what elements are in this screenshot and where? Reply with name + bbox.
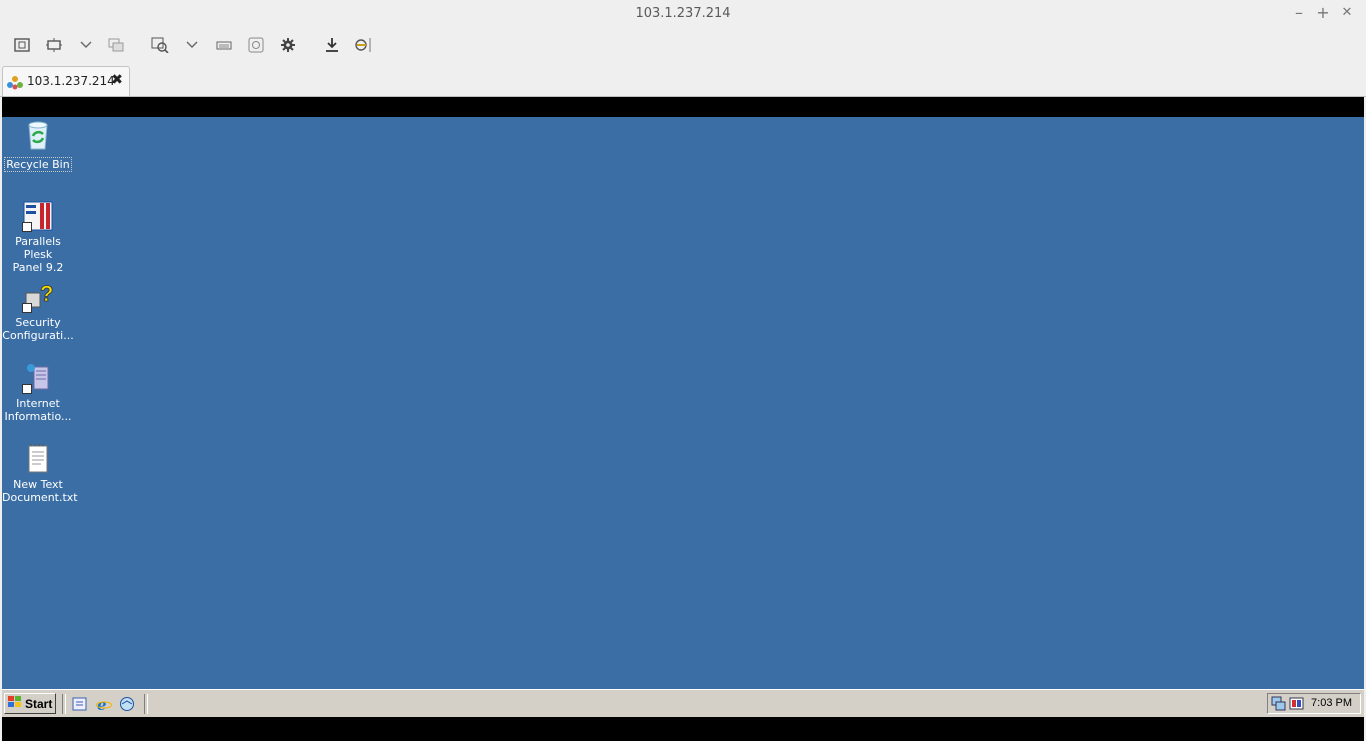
shortcut-arrow-icon (22, 384, 32, 394)
desktop-icon-iis[interactable]: Internet Informatio... (2, 362, 74, 423)
disconnect-icon[interactable] (354, 36, 372, 54)
shortcut-arrow-icon (22, 303, 32, 313)
notepad-file-icon (22, 443, 54, 475)
keyboard-icon[interactable] (215, 36, 233, 54)
tab-label: 103.1.237.214 (27, 74, 115, 88)
download-icon[interactable] (323, 36, 341, 54)
minimize-button[interactable]: – (1291, 4, 1307, 22)
screenshot-icon[interactable] (247, 36, 265, 54)
internet-explorer-icon[interactable]: e (96, 696, 112, 714)
recycle-bin-icon (22, 119, 54, 151)
network-icon[interactable] (1271, 696, 1286, 715)
start-label: Start (25, 696, 53, 711)
desktop-icon-security-config[interactable]: ? Security Configurati... (2, 281, 74, 342)
chevron-down-icon[interactable] (77, 36, 95, 54)
system-tray: 7:03 PM (1267, 693, 1361, 714)
tab-bar: 103.1.237.214 ✖ (0, 62, 1366, 97)
gear-icon[interactable] (279, 36, 297, 54)
fit-window-icon[interactable] (13, 36, 31, 54)
taskbar: Start e 7:03 PM (2, 689, 1364, 717)
icon-label: Security (15, 316, 61, 329)
chevron-down-icon[interactable] (183, 36, 201, 54)
taskbar-separator (144, 694, 148, 714)
desktop-icon-plesk[interactable]: Parallels Plesk Panel 9.2 (2, 200, 74, 274)
window-title: 103.1.237.214 (635, 6, 731, 21)
remote-desktop-icon (7, 75, 23, 94)
start-button[interactable]: Start (4, 693, 56, 714)
multi-monitor-icon[interactable] (107, 36, 125, 54)
iis-manager-icon (22, 362, 54, 394)
language-icon[interactable] (1289, 696, 1304, 715)
tab-connection[interactable]: 103.1.237.214 ✖ (2, 66, 130, 96)
windows-logo-icon (8, 696, 22, 711)
icon-label: New Text (13, 478, 63, 491)
plesk-panel-icon (22, 200, 54, 232)
close-button[interactable]: ✕ (1339, 4, 1355, 22)
desktop-icon-text-document[interactable]: New Text Document.txt (2, 443, 78, 504)
tab-close-icon[interactable]: ✖ (111, 72, 123, 88)
outlook-express-icon[interactable] (119, 696, 135, 712)
icon-label: Informatio... (4, 410, 72, 423)
clock[interactable]: 7:03 PM (1311, 697, 1352, 709)
maximize-button[interactable]: + (1315, 4, 1331, 22)
remote-viewer[interactable]: Recycle Bin Parallels Plesk Panel 9.2 ? … (2, 97, 1364, 741)
server-manager-icon[interactable] (72, 696, 88, 712)
svg-text:?: ? (40, 281, 53, 306)
fullscreen-icon[interactable] (45, 36, 63, 54)
desktop-icon-recycle-bin[interactable]: Recycle Bin (2, 119, 74, 172)
icon-label: Parallels Plesk (15, 235, 61, 261)
svg-text:e: e (97, 696, 107, 712)
icon-label: Document.txt (2, 491, 78, 504)
shortcut-arrow-icon (22, 222, 32, 232)
taskbar-separator (62, 694, 66, 714)
icon-label: Recycle Bin (4, 157, 72, 172)
zoom-icon[interactable] (151, 36, 169, 54)
remote-desktop[interactable]: Recycle Bin Parallels Plesk Panel 9.2 ? … (2, 117, 1364, 689)
security-configuration-icon: ? (22, 281, 54, 313)
toolbar (0, 28, 1366, 62)
icon-label: Panel 9.2 (12, 261, 64, 274)
icon-label: Internet (16, 397, 60, 410)
icon-label: Configurati... (2, 329, 74, 342)
window-titlebar: 103.1.237.214 – + ✕ (0, 0, 1366, 28)
